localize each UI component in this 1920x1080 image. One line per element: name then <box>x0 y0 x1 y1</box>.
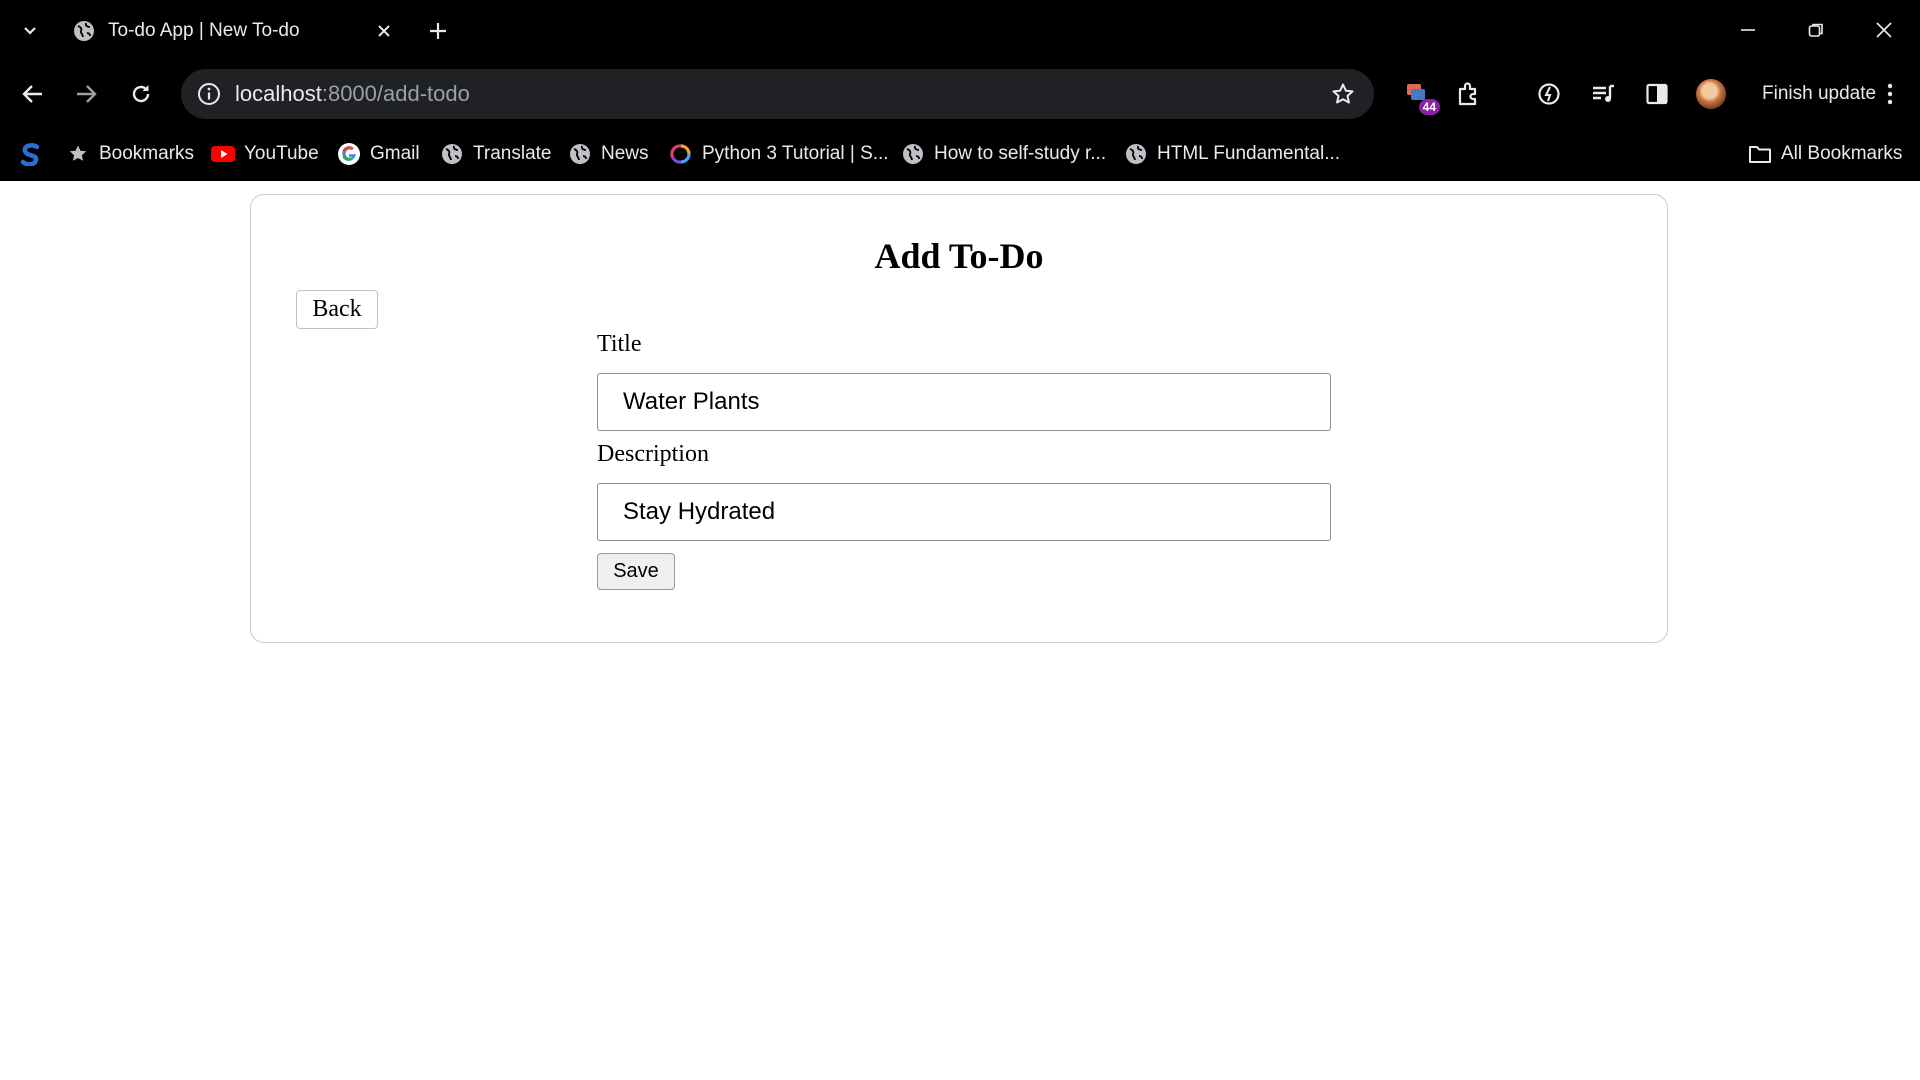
bookmark-item[interactable]: Gmail <box>337 139 420 169</box>
folder-icon <box>1748 142 1772 166</box>
minimize-icon <box>1741 29 1755 31</box>
kebab-menu-icon <box>1887 83 1893 105</box>
tab-active[interactable]: To-do App | New To-do <box>60 10 405 52</box>
back-button[interactable]: Back <box>296 290 378 329</box>
globe-icon <box>568 142 592 166</box>
more-menu-button[interactable] <box>1880 79 1900 109</box>
new-tab-button[interactable] <box>423 16 453 46</box>
save-button[interactable]: Save <box>597 553 675 590</box>
tab-close-button[interactable] <box>371 18 397 44</box>
plus-icon <box>430 23 446 39</box>
description-input[interactable] <box>597 483 1331 541</box>
bookmark-label: Python 3 Tutorial | S... <box>702 143 889 164</box>
google-icon <box>337 142 361 166</box>
all-bookmarks-label: All Bookmarks <box>1781 143 1903 164</box>
bookmark-label: How to self-study r... <box>934 143 1107 164</box>
extension-button[interactable]: 44 <box>1398 75 1440 115</box>
reload-button[interactable] <box>124 77 158 111</box>
title-input[interactable] <box>597 373 1331 431</box>
puzzle-icon <box>1458 82 1477 106</box>
s-logo-icon <box>20 143 40 166</box>
title-label: Title <box>597 331 642 357</box>
minimize-button[interactable] <box>1720 10 1776 50</box>
star-icon <box>66 142 90 166</box>
browser-chrome: To-do App | New To-do localhost:8000/add… <box>0 0 1920 181</box>
bookmark-scholar-s[interactable] <box>18 139 42 169</box>
bookmark-star-icon[interactable] <box>1328 79 1358 109</box>
globe-icon <box>440 142 464 166</box>
bookmark-label: HTML Fundamental... <box>1157 143 1341 164</box>
reload-icon <box>132 85 150 103</box>
back-nav-button[interactable] <box>16 77 50 111</box>
bookmark-item[interactable]: YouTube <box>211 139 319 169</box>
url-host: localhost <box>235 81 322 106</box>
bookmark-label: Translate <box>473 143 552 164</box>
performance-button[interactable] <box>1530 75 1568 113</box>
bookmark-item[interactable]: How to self-study r... <box>901 139 1106 169</box>
form-card: Add To-Do Back Title Description Save <box>250 194 1668 643</box>
forward-nav-button[interactable] <box>69 77 103 111</box>
speed-icon <box>1538 83 1560 105</box>
side-panel-button[interactable] <box>1638 75 1676 113</box>
extension-badge: 44 <box>1418 99 1440 115</box>
globe-icon <box>72 19 96 43</box>
page-content: Add To-Do Back Title Description Save <box>0 181 1920 1080</box>
close-icon <box>378 25 390 37</box>
tab-title: To-do App | New To-do <box>108 20 300 41</box>
bookmark-label: Gmail <box>370 143 420 164</box>
extensions-menu-button[interactable] <box>1450 75 1488 113</box>
url-text[interactable]: localhost:8000/add-todo <box>235 81 470 107</box>
playlist-icon <box>1593 84 1614 102</box>
bookmark-item[interactable]: HTML Fundamental... <box>1124 139 1340 169</box>
bookmark-item[interactable]: Python 3 Tutorial | S... <box>669 139 889 169</box>
tab-strip: To-do App | New To-do <box>0 0 1920 61</box>
profile-avatar[interactable] <box>1696 79 1726 109</box>
sololearn-icon <box>669 142 693 166</box>
page-title: Add To-Do <box>874 236 1044 276</box>
bookmark-label: Bookmarks <box>99 143 195 164</box>
window-close-button[interactable] <box>1856 10 1912 50</box>
close-icon <box>1876 22 1892 38</box>
restore-button[interactable] <box>1788 10 1844 50</box>
side-panel-icon <box>1646 83 1668 105</box>
bookmark-label: YouTube <box>244 143 319 164</box>
finish-update-button[interactable]: Finish update <box>1762 83 1876 105</box>
bookmark-item[interactable]: Bookmarks <box>66 139 194 169</box>
tab-search-button[interactable] <box>18 15 42 45</box>
chevron-down-icon <box>24 27 36 35</box>
address-bar[interactable]: localhost:8000/add-todo <box>181 69 1374 119</box>
arrow-right-icon <box>77 85 97 103</box>
toolbar: localhost:8000/add-todo 44 Finish update <box>0 61 1920 127</box>
globe-icon <box>901 142 925 166</box>
arrow-left-icon <box>22 85 42 103</box>
all-bookmarks-button[interactable]: All Bookmarks <box>1748 139 1902 169</box>
bookmark-label: News <box>601 143 649 164</box>
url-path: :8000/add-todo <box>321 81 470 106</box>
description-label: Description <box>597 441 709 467</box>
bookmark-item[interactable]: Translate <box>440 139 552 169</box>
restore-icon <box>1808 23 1823 37</box>
bookmark-item[interactable]: News <box>568 139 649 169</box>
bookmarks-bar: Bookmarks YouTube Gmail Translate News P… <box>0 127 1920 181</box>
site-info-icon[interactable] <box>194 79 224 109</box>
media-control-button[interactable] <box>1584 75 1622 113</box>
globe-icon <box>1124 142 1148 166</box>
youtube-icon <box>211 142 235 166</box>
